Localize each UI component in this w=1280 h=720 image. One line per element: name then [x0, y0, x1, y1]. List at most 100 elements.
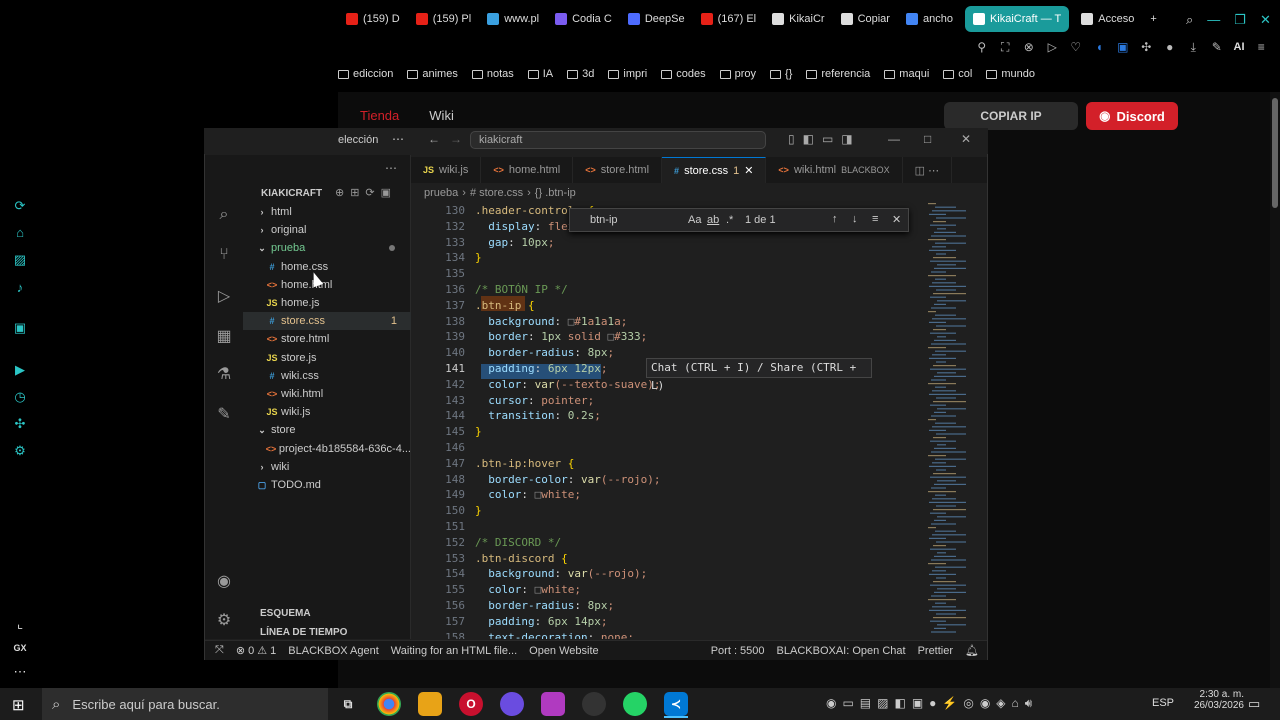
profile-icon[interactable]: ●: [1163, 40, 1177, 54]
discord-button[interactable]: ◉ Discord: [1086, 102, 1178, 130]
remote-icon[interactable]: ⤧: [215, 644, 224, 657]
timeline-section[interactable]: LÍNEA DE TIEMPO: [260, 627, 347, 638]
vscode-minimize-icon[interactable]: —: [888, 132, 900, 146]
opera-gx-icon[interactable]: O: [459, 692, 483, 716]
file-tree-item[interactable]: <> store.html: [243, 330, 411, 348]
more-icon[interactable]: ⋯: [12, 664, 28, 680]
forward-arrow-icon[interactable]: →: [450, 132, 462, 146]
bookmark-item[interactable]: col: [943, 68, 972, 80]
browser-tab[interactable]: DeepSe: [620, 6, 693, 32]
split-editor-icon[interactable]: ◫ ⋯: [903, 157, 953, 183]
windows-start-icon[interactable]: ⊞: [12, 696, 25, 714]
file-explorer-icon[interactable]: [418, 692, 442, 716]
prev-match-icon[interactable]: ↑: [832, 213, 838, 225]
vscode-close-icon[interactable]: ✕: [961, 132, 971, 146]
command-center[interactable]: kiakicraft: [470, 131, 766, 149]
file-tree-item[interactable]: ⌄ prueba: [243, 239, 411, 257]
editor-tab[interactable]: # store.css 1 ✕: [662, 157, 767, 183]
browser-tab[interactable]: (159) Pl: [408, 6, 480, 32]
file-tree-item[interactable]: JS wiki.js: [243, 403, 411, 421]
bookmark-item[interactable]: 3d: [567, 68, 594, 80]
file-tree-item[interactable]: JS store.js: [243, 349, 411, 367]
gx-store-icon[interactable]: ⌂: [12, 225, 28, 241]
back-arrow-icon[interactable]: ←: [428, 132, 440, 146]
search-tabs-icon[interactable]: ⌕: [1186, 12, 1193, 28]
bookmark-item[interactable]: codes: [661, 68, 706, 80]
sound-icon[interactable]: ◖: [1093, 40, 1107, 54]
app-icon[interactable]: [541, 692, 565, 716]
whatsapp-icon[interactable]: [623, 692, 647, 716]
bookmark-item[interactable]: notas: [471, 68, 514, 80]
bookmark-item[interactable]: ediccion: [338, 68, 393, 80]
match-case-toggle[interactable]: Aa: [688, 214, 701, 226]
browser-tab[interactable]: Copiar: [833, 6, 898, 32]
download-icon[interactable]: ⤓: [1187, 40, 1201, 54]
vscode-maximize-icon[interactable]: □: [924, 132, 931, 146]
file-tree-item[interactable]: # wiki.css: [243, 367, 411, 385]
editor-tab[interactable]: <> wiki.html BLACKBOX: [766, 157, 903, 183]
prettier-status[interactable]: Prettier: [918, 645, 953, 657]
bookmark-item[interactable]: animes: [407, 68, 458, 80]
editor-tab[interactable]: <> home.html: [481, 157, 574, 183]
next-match-icon[interactable]: ↓: [852, 213, 858, 225]
github-icon[interactable]: [582, 692, 606, 716]
screenshot-icon[interactable]: ⛶: [999, 40, 1013, 54]
port-status[interactable]: Port : 5500: [711, 645, 765, 657]
gx-cleaner-icon[interactable]: ▨: [12, 252, 28, 268]
explorer-search-icon[interactable]: ⌕: [213, 204, 235, 226]
menu-icon[interactable]: ≡: [1255, 40, 1269, 54]
breadcrumb-item[interactable]: # store.css: [470, 187, 523, 199]
account-icon[interactable]: ◉: [213, 571, 235, 593]
twitch-icon[interactable]: ▣: [12, 320, 28, 336]
page-scrollbar-thumb[interactable]: [1272, 98, 1278, 208]
bookmark-item[interactable]: maqui: [884, 68, 929, 80]
testing-icon[interactable]: ⚗: [213, 364, 235, 386]
bookmark-item[interactable]: impri: [608, 68, 647, 80]
file-tree-item[interactable]: › wiki: [243, 458, 411, 476]
menu-more-icon[interactable]: ⋯: [392, 132, 404, 146]
close-find-icon[interactable]: ✕: [892, 213, 901, 226]
file-tree-item[interactable]: # store.css 1: [243, 312, 411, 331]
ai-label[interactable]: AI: [1234, 41, 1245, 53]
bookmark-item[interactable]: mundo: [986, 68, 1035, 80]
problems-status[interactable]: ⊗ 0 ⚠ 1: [236, 644, 276, 657]
find-input[interactable]: btn-ip: [590, 214, 618, 226]
play-icon[interactable]: ▷: [1046, 40, 1060, 54]
discord-app-icon[interactable]: [500, 692, 524, 716]
nav-wiki[interactable]: Wiki: [429, 108, 454, 123]
find-in-selection-icon[interactable]: ≡: [872, 213, 878, 225]
layout-icons[interactable]: ▯◧▭◨: [788, 132, 861, 146]
bookmark-item[interactable]: {}: [770, 68, 792, 80]
code-editor[interactable]: 130.header-controls {132 display: flex;1…: [411, 203, 987, 639]
outline-section[interactable]: ESQUEMA: [260, 608, 311, 619]
bookmark-item[interactable]: proy: [719, 68, 756, 80]
file-tree-item[interactable]: › original: [243, 221, 411, 239]
open-website[interactable]: Open Website: [529, 645, 599, 657]
translate-icon[interactable]: ▣: [1116, 40, 1130, 54]
pin-icon[interactable]: ⚲: [975, 40, 989, 54]
gx-corner-icon[interactable]: ⌞: [12, 616, 28, 632]
new-tab-button[interactable]: +: [1142, 6, 1164, 32]
system-tray-icons[interactable]: ◉▭▤▨◧▣●⚡◎◉◈⌂🔊︎: [826, 696, 1038, 711]
history-icon[interactable]: ◷: [12, 389, 28, 405]
player-icon[interactable]: ▶: [12, 362, 28, 378]
manage-gear-icon[interactable]: ⚙: [213, 610, 235, 632]
breadcrumb-item[interactable]: prueba: [424, 187, 458, 199]
notification-center-icon[interactable]: ▭: [1248, 696, 1260, 712]
bookmark-item[interactable]: IA: [527, 68, 553, 80]
browser-tab[interactable]: (159) D: [338, 6, 408, 32]
browser-tab[interactable]: KikaiCraft — T: [964, 6, 1070, 32]
task-view-icon[interactable]: ⧉: [336, 692, 360, 716]
explorer-root[interactable]: KIAKICRAFT: [261, 188, 322, 199]
gx-control-icon[interactable]: ⟳: [12, 198, 28, 214]
file-tree-item[interactable]: <> wiki.html: [243, 385, 411, 403]
browser-tab[interactable]: KikaiCr: [764, 6, 832, 32]
breadcrumb-item[interactable]: {} .btn-ip: [535, 187, 576, 199]
editor-tab[interactable]: JS wiki.js: [411, 157, 482, 183]
source-control-icon[interactable]: ⑂: [213, 244, 235, 266]
regex-toggle[interactable]: .*: [726, 214, 733, 226]
extensions-icon[interactable]: ▦: [213, 326, 235, 348]
file-tree-item[interactable]: <> project-4b185584-636c-4...: [243, 440, 411, 458]
browser-tab[interactable]: www.pl: [479, 6, 547, 32]
edit-icon[interactable]: ✎: [1210, 40, 1224, 54]
